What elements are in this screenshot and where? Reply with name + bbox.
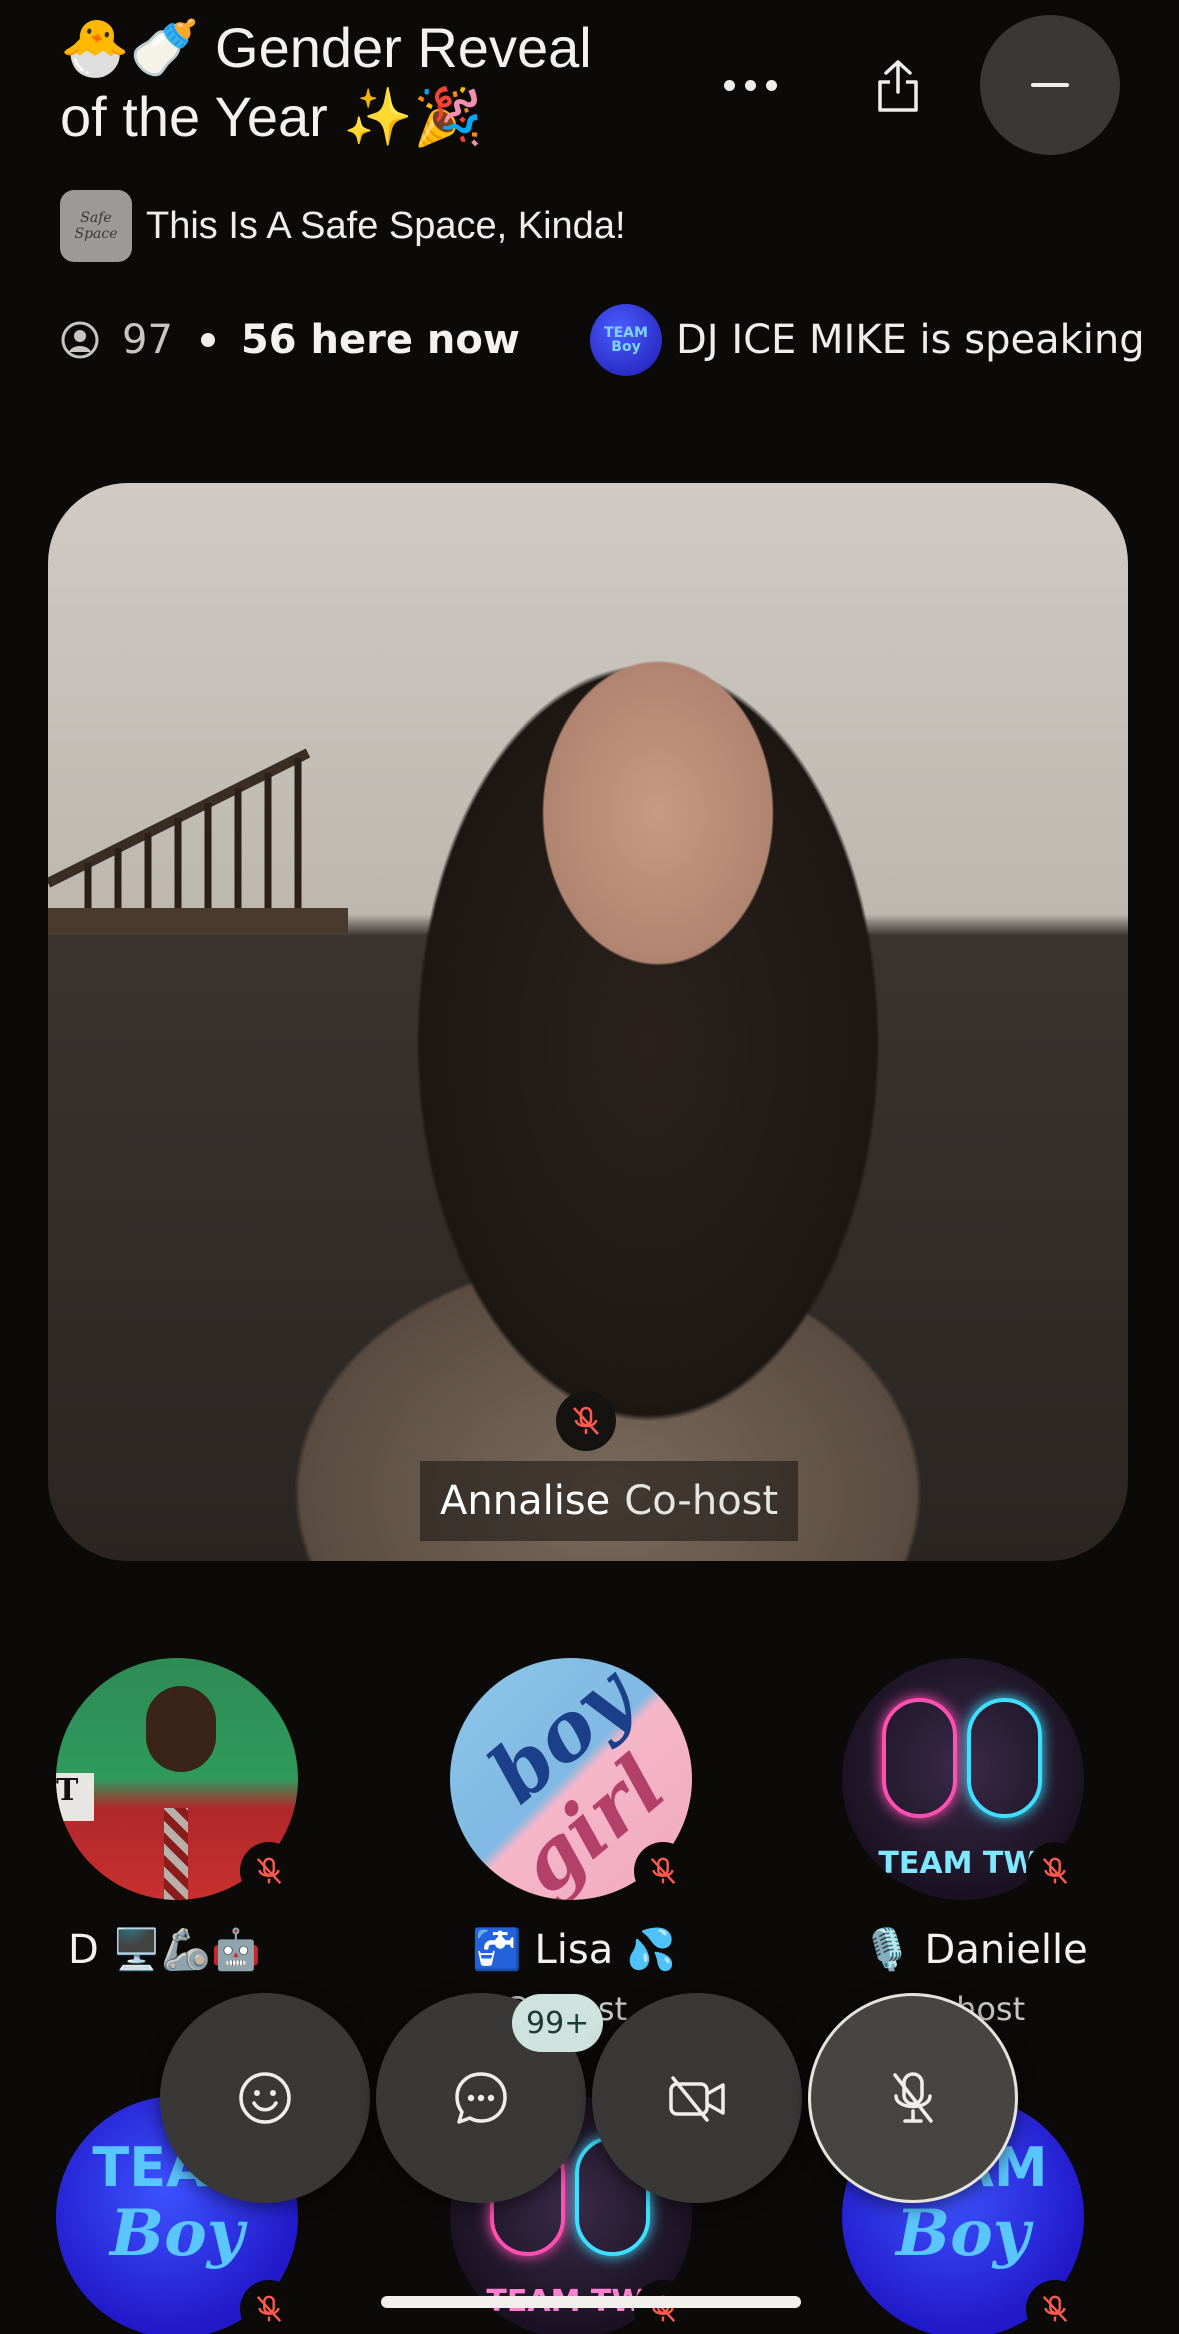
speaking-text: DJ ICE MIKE is speaking [676,317,1145,363]
video-speaker-name: Annalise [440,1478,611,1524]
avatar-baby-pink [882,1698,957,1818]
title-emoji-2: ✨🎉 [343,85,483,150]
chat-icon [455,2072,507,2124]
avatar-tie [164,1808,188,1900]
speaking-indicator: TEAM Boy DJ ICE MIKE is speaking [590,303,1145,377]
mute-indicator [1026,1842,1084,1900]
more-button[interactable] [710,50,790,120]
main-video-tile[interactable]: Annalise Co-host [48,483,1128,1561]
video-speaker-role: Co-host [624,1478,779,1524]
minimize-icon [1031,83,1069,87]
club-name: This Is A Safe Space, Kinda! [146,204,626,247]
mute-indicator [240,2280,298,2334]
here-now-count: 56 here now [240,317,520,363]
person-icon [61,321,99,359]
speaker-name: 🚰 Lisa 💦 [472,1927,676,1973]
mic-off-icon [256,2295,282,2323]
mic-off-icon [256,1857,282,1885]
speaker-name: 🎙️ Danielle [862,1927,1088,1973]
more-icon-dot [744,79,756,91]
microphone-toggle-button[interactable] [808,1993,1018,2203]
mute-indicator [1026,2280,1084,2334]
chat-unread-badge: 99+ [512,1994,604,2052]
home-indicator[interactable] [381,2296,801,2308]
speaker-name: D 🖥️🦾🤖 [68,1927,261,1973]
reaction-button[interactable] [160,1993,370,2203]
mic-off-icon [1042,2295,1068,2323]
share-icon [878,60,918,112]
room-title: 🐣🍼 Gender Reveal of the Year ✨🎉 [60,14,660,152]
listener-stats[interactable]: 97 56 here now [60,310,520,370]
mute-indicator [634,1842,692,1900]
mic-off-icon [893,2072,933,2123]
avatar-face [146,1686,216,1772]
more-icon-dot [765,79,777,91]
room-header: 🐣🍼 Gender Reveal of the Year ✨🎉 [60,14,660,152]
speaker-tile[interactable]: boy girl 🚰 Lisa 💦 Co-host [450,1658,700,2028]
share-button[interactable] [862,50,934,122]
listener-count: 97 [122,317,173,363]
video-off-icon [669,2076,725,2122]
title-line-2: of the Year [60,85,328,148]
separator-dot [200,333,215,347]
speaker-tile[interactable]: T D 🖥️🦾🤖 [56,1658,306,1973]
club-row[interactable]: Safe Space This Is A Safe Space, Kinda! [60,190,626,262]
mute-indicator [240,1842,298,1900]
mic-off-icon [1042,1857,1068,1885]
mic-off-icon [573,1406,599,1435]
avatar-baby-blue [967,1698,1042,1818]
mic-off-icon [650,1857,676,1885]
video-mute-indicator [556,1391,616,1451]
more-icon [723,79,735,91]
speaker-tile[interactable]: TEAM TWI 🎙️ Danielle Co-host [842,1658,1092,2028]
speaking-avatar: TEAM Boy [590,304,662,376]
title-emoji: 🐣🍼 [60,16,200,81]
camera-toggle-button[interactable] [592,1993,802,2203]
video-name-tag: Annalise Co-host [420,1461,799,1541]
staircase-background [48,748,348,933]
title-line-1: Gender Reveal [215,16,592,79]
club-logo: Safe Space [60,190,132,262]
emoji-icon [239,2072,291,2124]
minimize-button[interactable] [980,15,1120,155]
avatar-sign: T [56,1773,94,1821]
